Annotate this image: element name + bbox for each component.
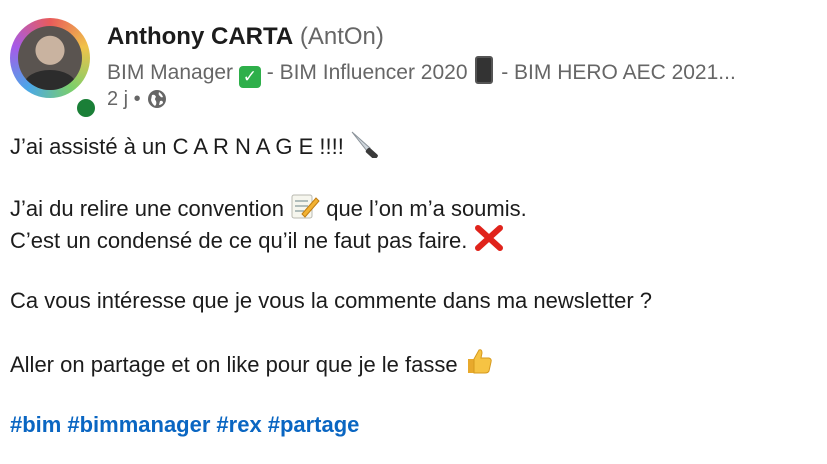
- avatar[interactable]: [10, 18, 98, 120]
- post-line-5: Aller on partage et on like pour que je …: [10, 346, 810, 380]
- headline-part3: - BIM HERO AEC 2021...: [501, 61, 736, 84]
- post-body: J’ai assisté à un C A R N A G E !!!! J’a…: [10, 128, 810, 440]
- hashtag-link[interactable]: #partage: [268, 412, 360, 437]
- hashtag-link[interactable]: #rex: [216, 412, 261, 437]
- author-headline: BIM Manager ✓ - BIM Influencer 2020 - BI…: [107, 56, 807, 88]
- cross-mark-emoji-icon: [474, 225, 503, 251]
- author-handle: (AntOn): [299, 23, 384, 50]
- post-meta: 2 j •: [107, 86, 167, 112]
- post-line-1: J’ai assisté à un C A R N A G E !!!!: [10, 128, 810, 162]
- knife-emoji-icon: [351, 131, 378, 158]
- post-time: 2 j •: [107, 88, 141, 110]
- author-name-line[interactable]: Anthony CARTA (AntOn): [107, 22, 384, 52]
- post-line-3: C’est un condensé de ce qu’il ne faut pa…: [10, 224, 810, 256]
- post-line-2: J’ai du relire une convention que l’on m…: [10, 192, 810, 224]
- thumbs-up-emoji-icon: [467, 349, 492, 374]
- headline-part2: - BIM Influencer 2020: [266, 61, 468, 84]
- post-hashtags: #bim #bimmanager #rex #partage: [10, 410, 810, 440]
- author-name[interactable]: Anthony CARTA: [107, 23, 293, 50]
- avatar-photo: [18, 26, 82, 90]
- hashtag-link[interactable]: #bimmanager: [67, 412, 210, 437]
- check-mark-emoji-icon: ✓: [238, 66, 261, 88]
- headline-part1: BIM Manager: [107, 61, 234, 84]
- online-status-icon: [74, 96, 98, 120]
- globe-icon: [147, 90, 166, 108]
- memo-emoji-icon: [291, 194, 320, 219]
- mobile-phone-emoji-icon: [475, 56, 494, 84]
- post-line-4: Ca vous intéresse que je vous la comment…: [10, 288, 652, 313]
- hashtag-link[interactable]: #bim: [10, 412, 61, 437]
- avatar-ring: [10, 18, 90, 98]
